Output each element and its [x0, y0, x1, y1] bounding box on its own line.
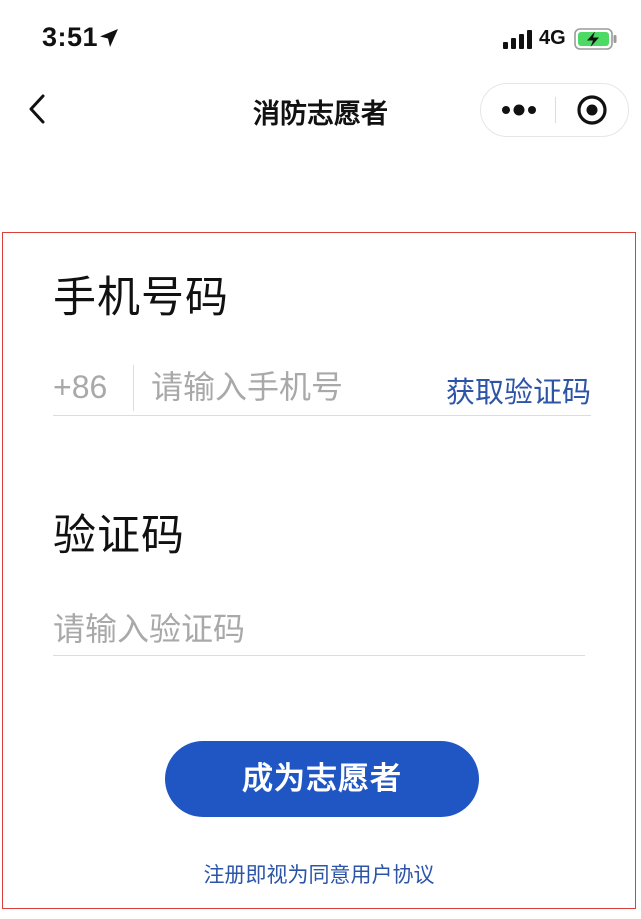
phone-input[interactable] — [151, 365, 421, 409]
registration-form: 手机号码 +86 获取验证码 验证码 成为志愿者 注册即视为同意用户协议 — [2, 232, 636, 909]
status-bar: 3:51 4G — [0, 0, 641, 78]
code-section-title: 验证码 — [53, 511, 185, 561]
country-code: +86 — [53, 369, 108, 405]
phone-section-title: 手机号码 — [53, 273, 229, 323]
become-volunteer-button[interactable]: 成为志愿者 — [165, 741, 479, 817]
code-field-row — [53, 605, 585, 656]
close-button[interactable] — [556, 84, 628, 136]
get-verification-code-button[interactable]: 获取验证码 — [446, 369, 591, 411]
network-type: 4G — [539, 27, 566, 49]
location-arrow-icon — [100, 29, 118, 47]
field-divider — [133, 365, 134, 411]
status-time: 3:51 — [42, 22, 99, 52]
verification-code-input[interactable] — [53, 607, 585, 651]
phone-field-row: +86 获取验证码 — [53, 361, 591, 416]
user-agreement-link[interactable]: 注册即视为同意用户协议 — [3, 859, 635, 889]
navigation-bar: 消防志愿者 — [0, 78, 641, 142]
more-button[interactable] — [481, 84, 555, 136]
close-target-icon — [577, 95, 607, 125]
signal-icon — [503, 30, 532, 49]
battery-charging-icon — [574, 28, 617, 50]
mini-program-capsule — [480, 83, 629, 137]
more-dots-icon — [502, 104, 536, 116]
